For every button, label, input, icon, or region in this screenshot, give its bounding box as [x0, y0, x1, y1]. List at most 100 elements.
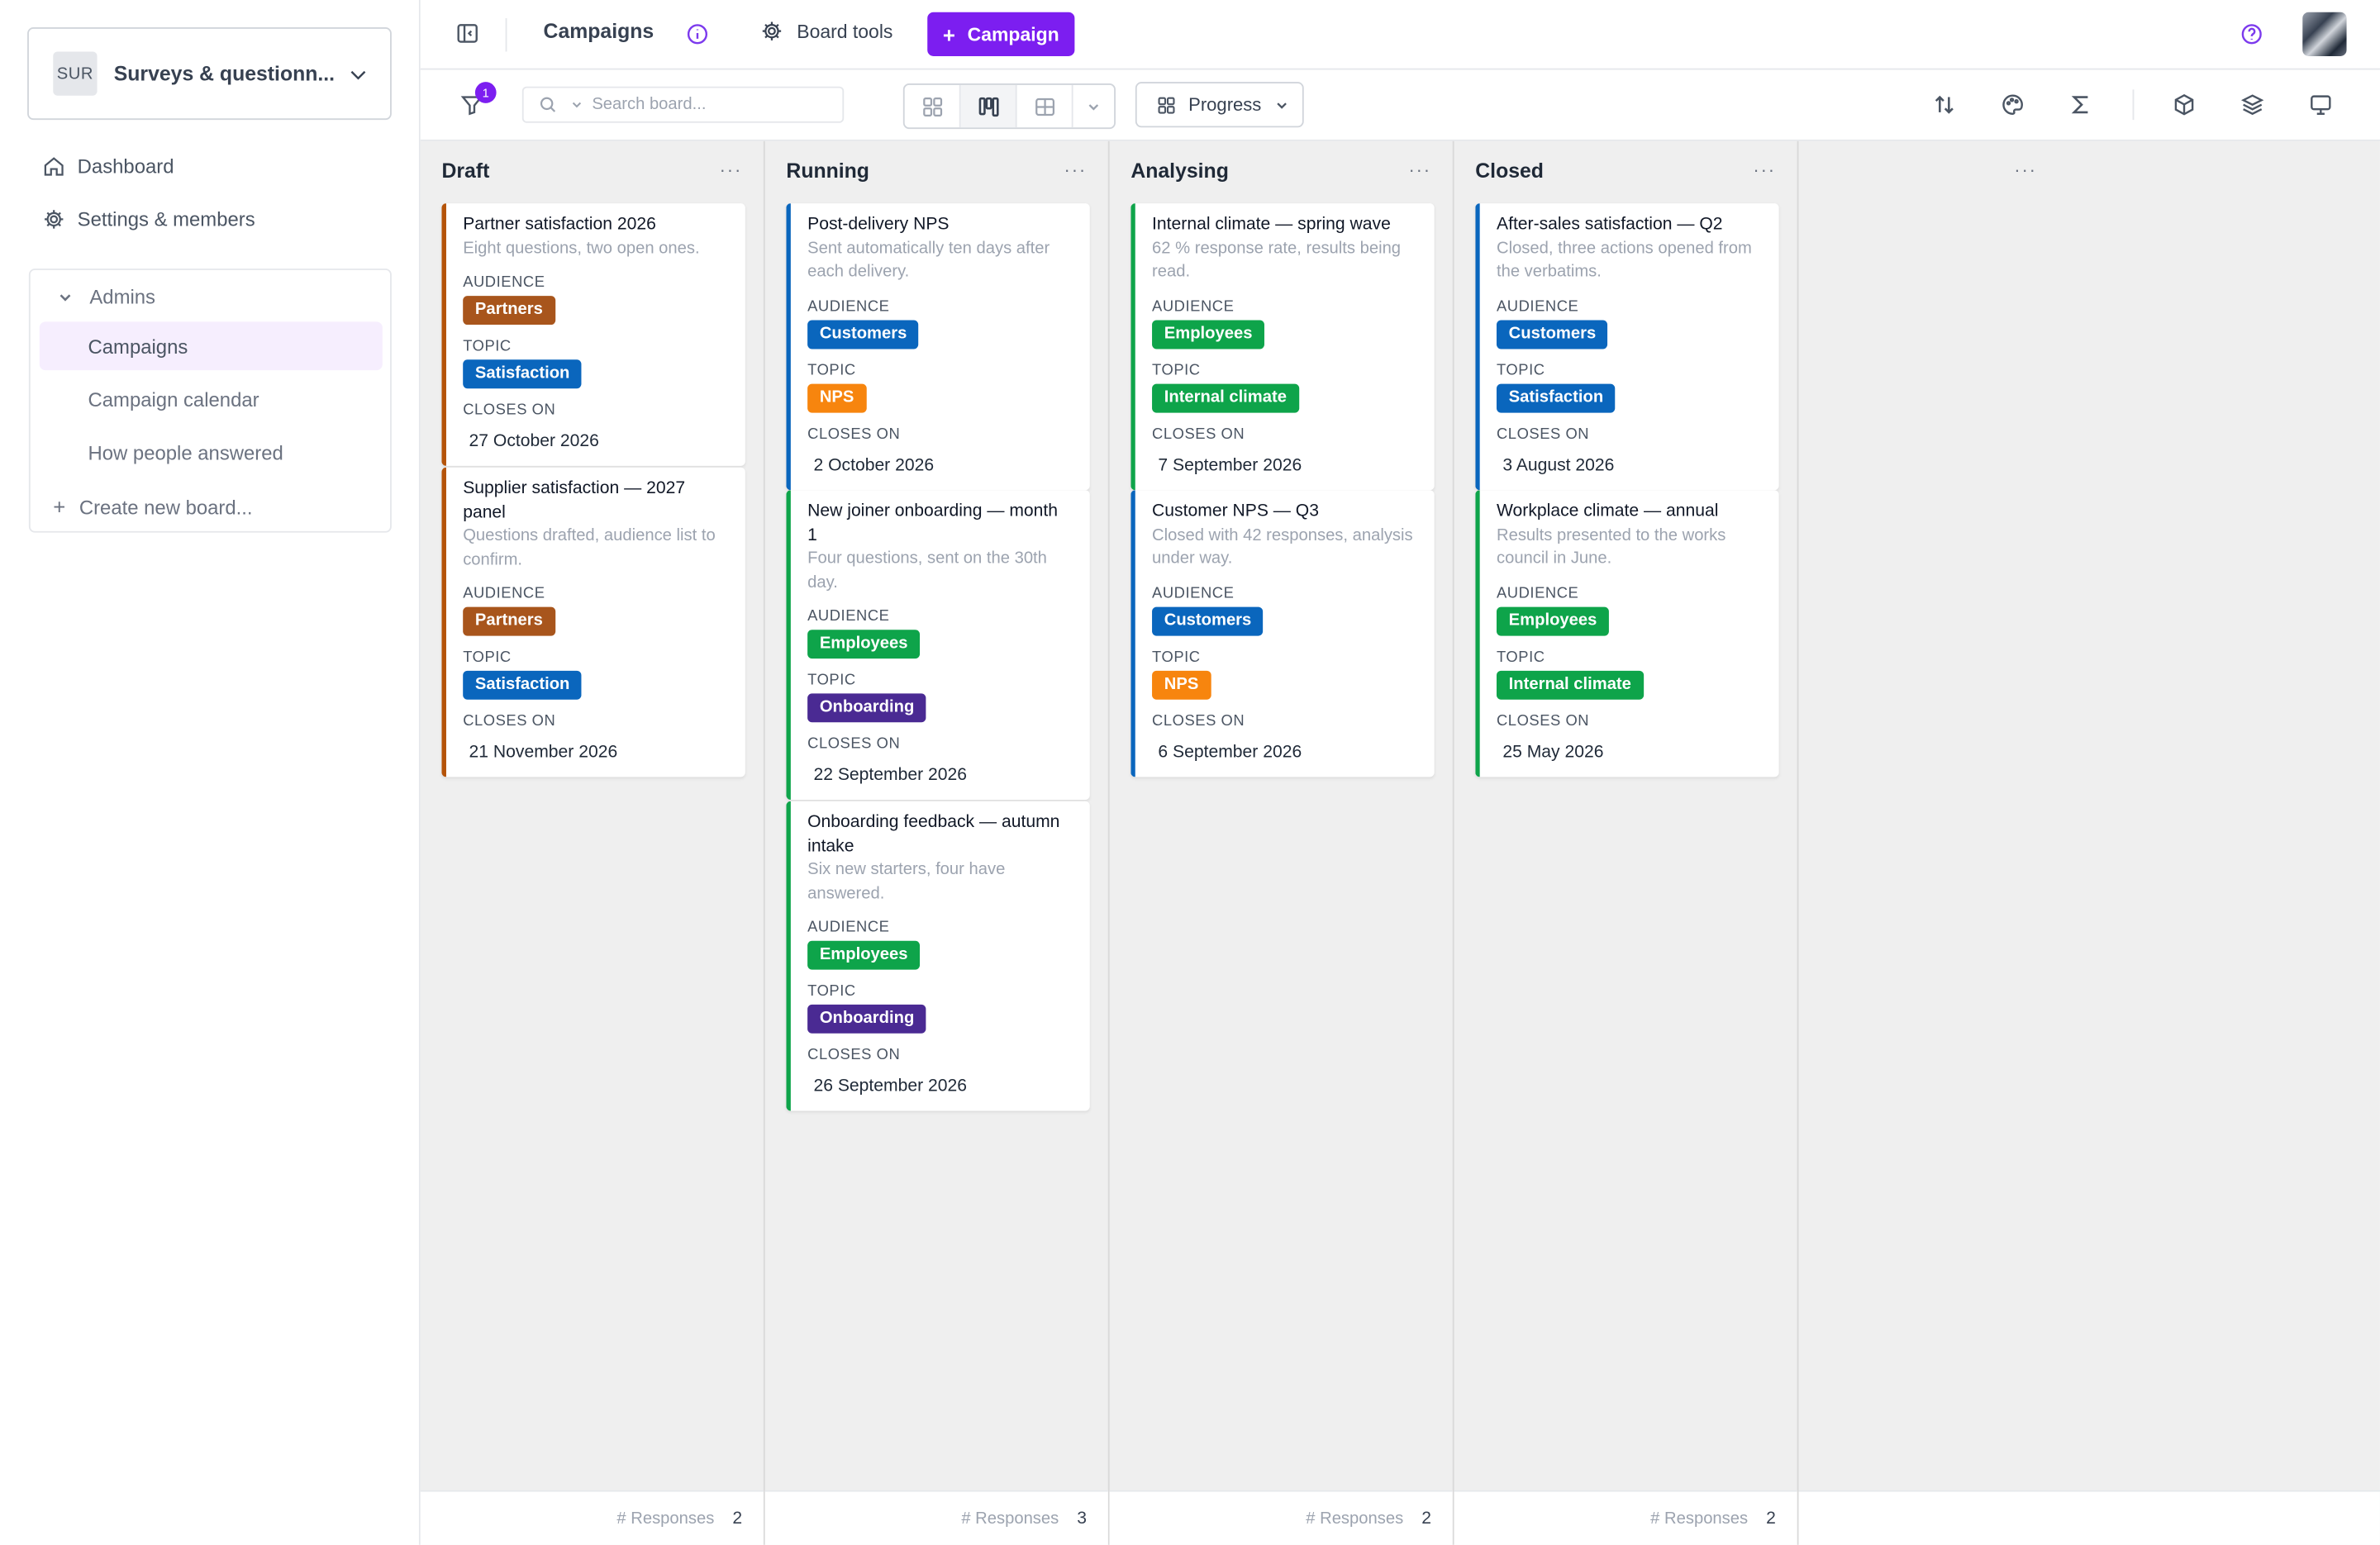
column-footer: # Responses 3	[764, 1490, 1108, 1545]
campaign-card[interactable]: Supplier satisfaction — 2027 panel Questi…	[441, 467, 745, 777]
campaign-card[interactable]: Post-delivery NPS Sent automatically ten …	[786, 203, 1090, 490]
group-name: Admins	[89, 285, 156, 308]
card-title: Onboarding feedback — autumn intake	[807, 813, 1060, 855]
grid-icon	[922, 97, 942, 116]
topic-tag: Satisfaction	[1496, 383, 1616, 412]
nav-dashboard[interactable]: Dashboard	[42, 154, 174, 178]
card-description: Questions drafted, audience list to conf…	[463, 526, 716, 568]
help-icon[interactable]	[2240, 23, 2263, 46]
sigma-icon[interactable]	[2068, 93, 2092, 116]
plus-icon: +	[942, 21, 955, 47]
column-footer: # Responses 2	[420, 1490, 764, 1545]
audience-label: AUDIENCE	[807, 920, 890, 937]
card-title: Partner satisfaction 2026	[463, 215, 656, 234]
more-icon[interactable]: ···	[1064, 159, 1088, 181]
campaign-card[interactable]: Customer NPS — Q3 Closed with 42 response…	[1130, 490, 1435, 777]
sort-icon[interactable]	[1932, 93, 1956, 116]
topic-tag: Internal climate	[1152, 383, 1299, 412]
card-title: Workplace climate — annual	[1496, 502, 1719, 521]
add-campaign-label: Campaign	[967, 23, 1059, 45]
view-table-button[interactable]	[1017, 84, 1073, 128]
cube-icon[interactable]	[2172, 93, 2196, 116]
grid-icon	[1158, 96, 1175, 113]
campaign-card[interactable]: Internal climate — spring wave 62 % respo…	[1130, 203, 1435, 490]
closes-on-label: CLOSES ON	[463, 402, 556, 419]
card-close-date: 7 September 2026	[1158, 455, 1302, 474]
sidebar: SUR Surveys & questionn... Dashboard Set…	[0, 0, 421, 1545]
create-board-label: Create new board...	[79, 495, 253, 519]
column-empty: ···	[1798, 141, 2380, 1545]
view-switcher	[902, 83, 1116, 130]
group-by-select[interactable]: Progress	[1135, 82, 1304, 128]
chevron-down-icon	[1088, 103, 1099, 110]
sidebar-item-campaigns[interactable]: Campaigns	[39, 321, 383, 371]
column-draft: Draft ··· # Responses 2 Partner satisfac…	[420, 140, 765, 1545]
avatar[interactable]	[2302, 12, 2347, 56]
audience-label: AUDIENCE	[1152, 297, 1235, 316]
layers-icon[interactable]	[2240, 93, 2264, 116]
board-toolbar: 1 Progress	[420, 69, 2380, 141]
footer-label: # Responses	[1650, 1509, 1749, 1528]
column-title: Analysing	[1130, 159, 1229, 183]
nav-settings[interactable]: Settings & members	[42, 208, 255, 231]
campaign-card[interactable]: After-sales satisfaction — Q2 Closed, thr…	[1475, 203, 1779, 490]
gear-icon	[762, 21, 782, 40]
add-campaign-button[interactable]: + Campaign	[927, 12, 1075, 56]
view-more-button[interactable]	[1073, 85, 1115, 127]
column-running: Running ··· # Responses 3 Post-delivery …	[764, 140, 1110, 1545]
audience-tag: Employees	[1152, 319, 1265, 349]
sidebar-item-how-people-answered[interactable]: How people answered	[40, 428, 383, 477]
sidebar-toggle-icon[interactable]	[455, 21, 479, 45]
card-title: After-sales satisfaction — Q2	[1496, 215, 1723, 234]
column-closed: Closed ··· # Responses 2 After-sales sat…	[1454, 140, 1799, 1545]
card-title: Post-delivery NPS	[807, 215, 950, 234]
search-input[interactable]	[592, 95, 820, 114]
audience-label: AUDIENCE	[463, 585, 545, 603]
card-description: 62 % response rate, results being read.	[1152, 239, 1402, 281]
topic-label: TOPIC	[807, 672, 856, 689]
view-kanban-button[interactable]	[960, 84, 1017, 128]
plus-icon: +	[53, 494, 66, 520]
topic-tag: Satisfaction	[463, 670, 583, 700]
card-title: Supplier satisfaction — 2027 panel	[463, 479, 686, 521]
card-description: Sent automatically ten days after each d…	[807, 239, 1050, 281]
card-title: Customer NPS — Q3	[1152, 502, 1319, 521]
campaign-card[interactable]: Workplace climate — annual Results presen…	[1475, 490, 1779, 777]
closes-on-label: CLOSES ON	[1496, 712, 1590, 730]
campaign-card[interactable]: Onboarding feedback — autumn intake Six n…	[786, 801, 1090, 1111]
card-description: Closed, three actions opened from the ve…	[1496, 239, 1752, 281]
view-grid-button[interactable]	[905, 84, 961, 128]
monitor-icon[interactable]	[2309, 93, 2333, 116]
card-description: Closed with 42 responses, analysis under…	[1152, 525, 1413, 568]
audience-tag: Partners	[463, 606, 555, 636]
audience-tag: Employees	[807, 630, 921, 659]
column-title: Draft	[441, 159, 490, 183]
card-close-date: 27 October 2026	[469, 432, 599, 451]
column-title: Running	[786, 159, 869, 183]
more-icon[interactable]: ···	[2014, 159, 2037, 181]
sidebar-item-campaign-calendar[interactable]: Campaign calendar	[40, 375, 383, 424]
topic-label: TOPIC	[1496, 362, 1545, 379]
chevron-down-icon	[60, 293, 71, 301]
group-by-value: Progress	[1188, 93, 1262, 116]
more-icon[interactable]: ···	[1753, 159, 1776, 181]
footer-count: 2	[1421, 1509, 1432, 1528]
campaign-card[interactable]: New joiner onboarding — month 1 Four ques…	[786, 490, 1090, 800]
card-close-date: 6 September 2026	[1158, 743, 1302, 762]
more-icon[interactable]: ···	[1408, 159, 1431, 181]
create-board-button[interactable]: + Create new board...	[53, 495, 252, 519]
group-header[interactable]: Admins	[58, 285, 155, 308]
palette-icon[interactable]	[2001, 93, 2025, 116]
workspace-switcher[interactable]: SUR Surveys & questionn...	[27, 27, 392, 121]
campaign-card[interactable]: Partner satisfaction 2026 Eight questions…	[441, 203, 745, 466]
footer-label: # Responses	[1306, 1509, 1404, 1528]
footer-count: 3	[1077, 1509, 1088, 1528]
more-icon[interactable]: ···	[720, 159, 743, 181]
search-box[interactable]	[521, 86, 845, 123]
info-icon[interactable]	[686, 23, 709, 46]
audience-label: AUDIENCE	[463, 274, 545, 292]
gear-icon	[45, 210, 64, 229]
audience-label: AUDIENCE	[807, 297, 890, 316]
board-group: Admins Campaigns Campaign calendar How p…	[28, 269, 392, 533]
board-tools-button[interactable]: Board tools	[760, 20, 892, 43]
